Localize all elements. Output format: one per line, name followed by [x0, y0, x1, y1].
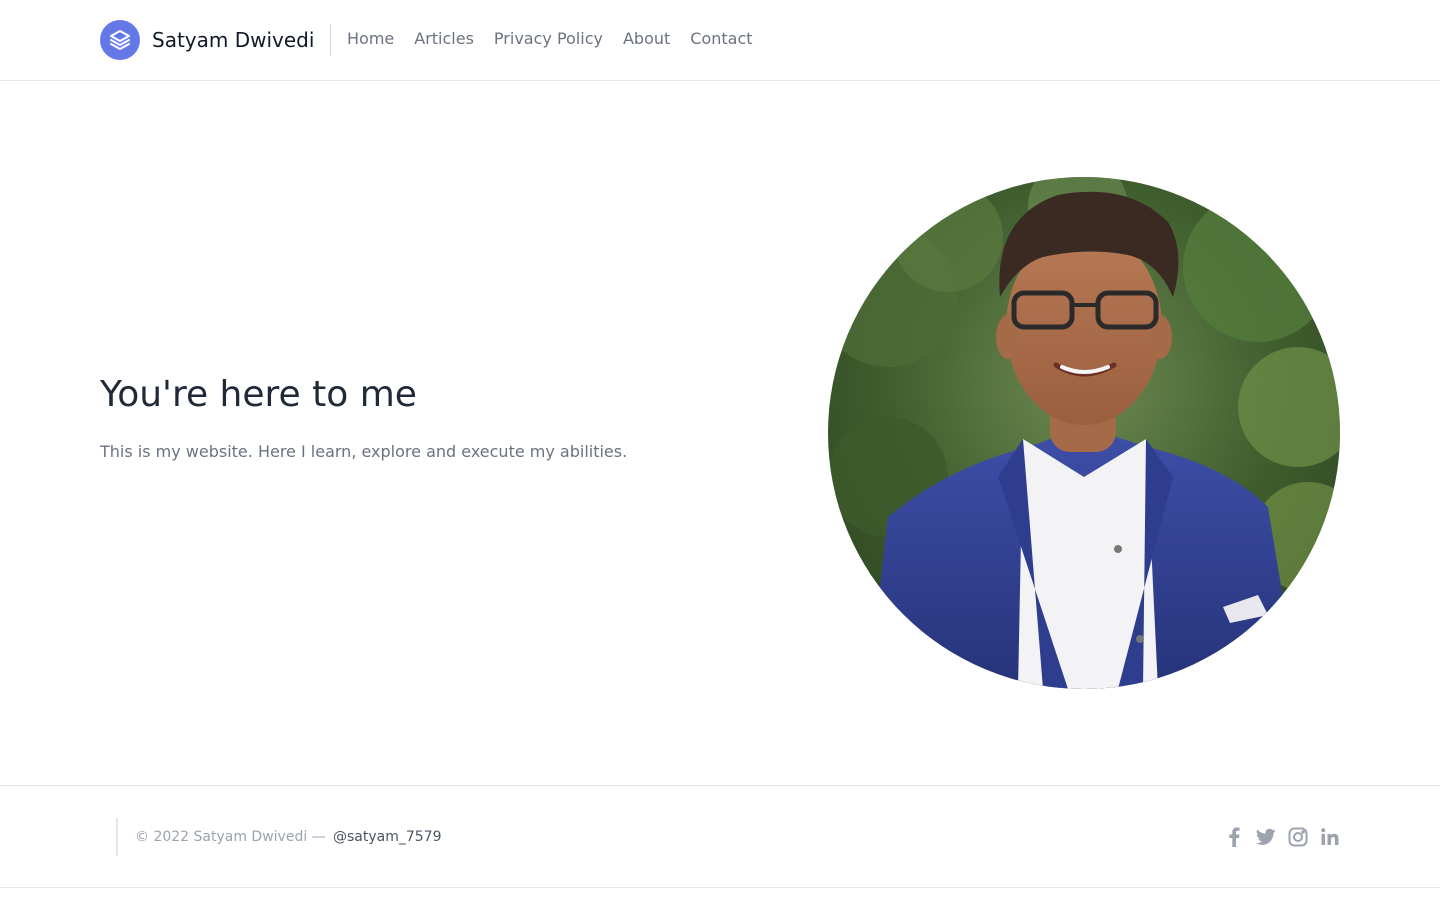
nav-home[interactable]: Home — [347, 28, 394, 50]
linkedin-icon[interactable] — [1320, 826, 1340, 848]
social-links — [1224, 826, 1340, 848]
hero-subtitle: This is my website. Here I learn, explor… — [100, 442, 628, 461]
nav-about[interactable]: About — [623, 28, 670, 50]
twitter-icon[interactable] — [1256, 826, 1276, 848]
nav-contact[interactable]: Contact — [690, 28, 752, 50]
main-nav: Home Articles Privacy Policy About Conta… — [347, 28, 753, 50]
site-footer: © 2022 Satyam Dwivedi — @satyam_7579 — [0, 785, 1440, 888]
nav-articles[interactable]: Articles — [414, 28, 474, 50]
facebook-icon[interactable] — [1224, 826, 1244, 848]
site-header: Satyam Dwivedi Home Articles Privacy Pol… — [0, 0, 1440, 81]
nav-privacy-policy[interactable]: Privacy Policy — [494, 28, 603, 50]
copyright-text: © 2022 Satyam Dwivedi — — [135, 829, 326, 845]
logo-icon[interactable] — [100, 20, 140, 60]
instagram-icon[interactable] — [1288, 826, 1308, 848]
brand-divider — [330, 24, 331, 56]
portrait-photo — [828, 177, 1340, 689]
footer-divider — [116, 818, 118, 856]
twitter-handle-link[interactable]: @satyam_7579 — [333, 827, 442, 847]
hero-title: You're here to me — [100, 374, 417, 415]
brand-name[interactable]: Satyam Dwivedi — [152, 27, 314, 53]
